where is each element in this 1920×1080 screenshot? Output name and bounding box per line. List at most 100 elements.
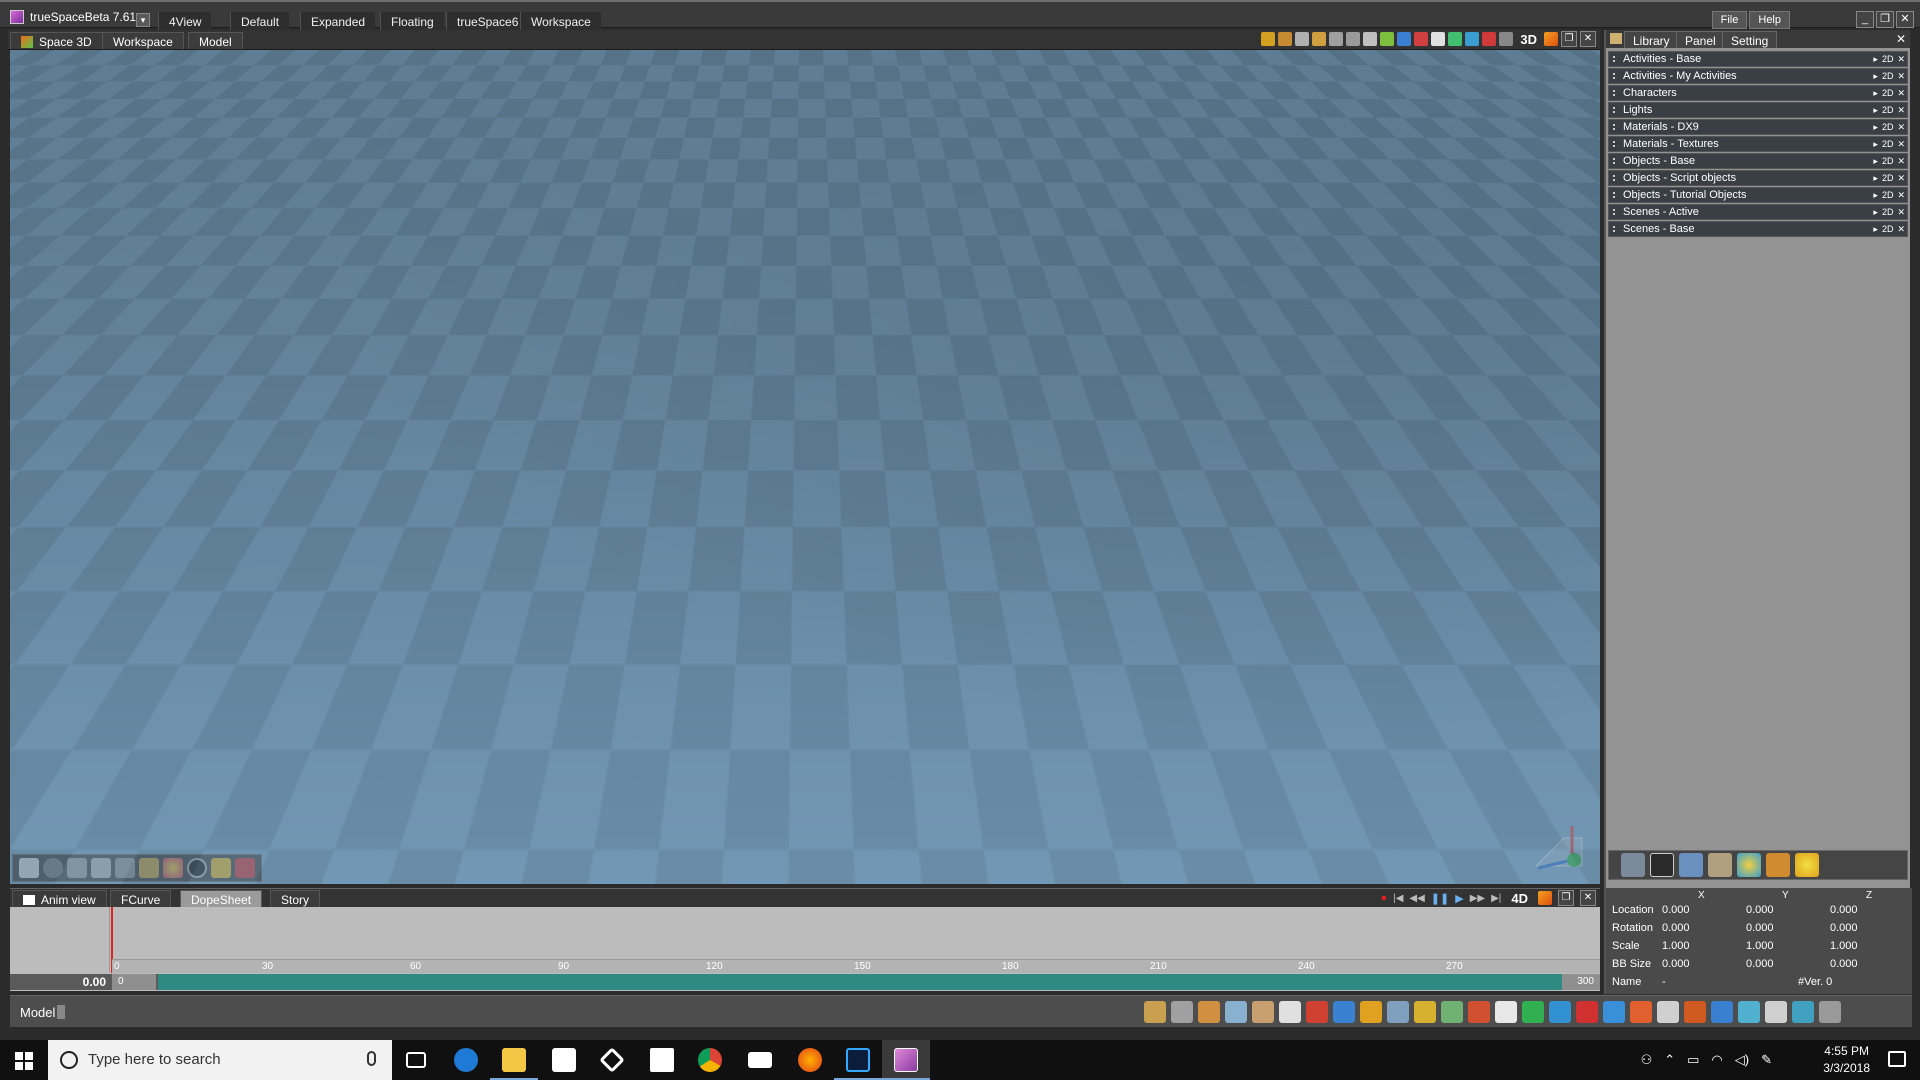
scale-z-field[interactable]: 1.000 bbox=[1830, 940, 1858, 952]
action-center-icon[interactable] bbox=[1888, 1051, 1906, 1067]
expand-icon[interactable]: ▸ bbox=[1873, 103, 1878, 117]
rotate-tool-icon[interactable] bbox=[1198, 1001, 1220, 1023]
expand-icon[interactable]: ▸ bbox=[1873, 205, 1878, 219]
expand-icon[interactable]: ▸ bbox=[1873, 222, 1878, 236]
layout-tab-floating[interactable]: Floating bbox=[380, 12, 444, 30]
expand-icon[interactable]: ▸ bbox=[1873, 86, 1878, 100]
particle-tool-icon[interactable] bbox=[1441, 1001, 1463, 1023]
view-2d-toggle[interactable]: 2D bbox=[1882, 69, 1894, 83]
file-menu[interactable]: File bbox=[1711, 11, 1748, 29]
start-button[interactable] bbox=[0, 1040, 48, 1080]
settings-tool-icon[interactable] bbox=[1819, 1001, 1841, 1023]
app-dropdown-button[interactable]: ▾ bbox=[136, 13, 150, 27]
tab-library[interactable]: Library bbox=[1624, 31, 1679, 48]
house-tool-icon[interactable] bbox=[1468, 1001, 1490, 1023]
library-item-lights[interactable]: Lights ▸ 2D ✕ bbox=[1608, 102, 1908, 118]
expand-icon[interactable]: ▸ bbox=[1873, 69, 1878, 83]
library-item-activities-my[interactable]: Activities - My Activities ▸ 2D ✕ bbox=[1608, 68, 1908, 84]
view-2d-toggle[interactable]: 2D bbox=[1882, 120, 1894, 134]
reset-view-icon[interactable] bbox=[1363, 32, 1378, 46]
object-view-icon[interactable] bbox=[1397, 32, 1412, 46]
nurbs-tool-icon[interactable] bbox=[1387, 1001, 1409, 1023]
bbsize-y-field[interactable]: 0.000 bbox=[1746, 958, 1774, 970]
tab-workspace[interactable]: Workspace bbox=[102, 32, 184, 49]
taskbar-file-explorer[interactable] bbox=[490, 1040, 538, 1080]
deform-tool-icon[interactable] bbox=[115, 858, 135, 878]
location-y-field[interactable]: 0.000 bbox=[1746, 904, 1774, 916]
range-end-value[interactable]: 300 bbox=[1562, 974, 1600, 990]
range-start-value[interactable]: 0 bbox=[112, 974, 156, 990]
timeline-range-bar[interactable] bbox=[158, 974, 1562, 990]
remove-icon[interactable]: ✕ bbox=[1897, 69, 1905, 83]
pause-button[interactable]: ❚❚ bbox=[1431, 892, 1449, 905]
axis-toggle-icon[interactable] bbox=[1431, 32, 1446, 46]
show-hidden-icons[interactable]: ⌃ bbox=[1664, 1052, 1675, 1068]
library-close-icon[interactable]: ✕ bbox=[1896, 32, 1906, 46]
microphone-icon[interactable] bbox=[367, 1051, 376, 1066]
paint-tool-icon[interactable] bbox=[139, 858, 159, 878]
taskbar-firefox[interactable] bbox=[786, 1040, 834, 1080]
rotation-z-field[interactable]: 0.000 bbox=[1830, 922, 1858, 934]
scale-y-field[interactable]: 1.000 bbox=[1746, 940, 1774, 952]
sphere-primitive-icon[interactable] bbox=[43, 858, 63, 878]
expand-icon[interactable]: ▸ bbox=[1873, 154, 1878, 168]
library-item-materials-dx9[interactable]: Materials - DX9 ▸ 2D ✕ bbox=[1608, 119, 1908, 135]
taskbar-edge[interactable] bbox=[442, 1040, 490, 1080]
rotate-view-icon[interactable] bbox=[1278, 32, 1293, 46]
cube-primitive-icon[interactable] bbox=[67, 858, 87, 878]
layers-icon[interactable] bbox=[1679, 853, 1703, 877]
view-mode-icon[interactable] bbox=[1544, 32, 1558, 46]
tab-dopesheet[interactable]: DopeSheet bbox=[180, 890, 263, 907]
library-item-activities-base[interactable]: Activities - Base ▸ 2D ✕ bbox=[1608, 51, 1908, 67]
remove-icon[interactable]: ✕ bbox=[1897, 103, 1905, 117]
x-axis-tool-icon[interactable] bbox=[1522, 1001, 1544, 1023]
expand-icon[interactable]: ▸ bbox=[1873, 188, 1878, 202]
volume-icon[interactable]: ◁) bbox=[1735, 1052, 1749, 1068]
restore-button[interactable]: ❐ bbox=[1876, 11, 1894, 28]
grid-editor-icon[interactable] bbox=[1621, 853, 1645, 877]
taskbar-chrome[interactable] bbox=[686, 1040, 734, 1080]
close-button[interactable]: ✕ bbox=[1896, 11, 1914, 28]
taskbar-store[interactable] bbox=[540, 1040, 588, 1080]
location-x-field[interactable]: 0.000 bbox=[1662, 904, 1690, 916]
z-axis-icon[interactable] bbox=[1482, 32, 1497, 46]
layout-tab-default[interactable]: Default bbox=[230, 12, 290, 30]
view-2d-toggle[interactable]: 2D bbox=[1882, 52, 1894, 66]
light-tool-icon[interactable] bbox=[211, 858, 231, 878]
help-menu[interactable]: Help bbox=[1749, 11, 1790, 29]
y-axis-icon[interactable] bbox=[1465, 32, 1480, 46]
fit-view-icon[interactable] bbox=[1346, 32, 1361, 46]
people-icon[interactable]: ⚇ bbox=[1641, 1052, 1653, 1068]
zoom-view-icon[interactable] bbox=[1295, 32, 1310, 46]
remove-icon[interactable]: ✕ bbox=[1897, 86, 1905, 100]
taskbar-truespace[interactable] bbox=[882, 1040, 930, 1080]
material-box-icon[interactable] bbox=[1360, 1001, 1382, 1023]
remove-icon[interactable]: ✕ bbox=[1897, 188, 1905, 202]
remove-icon[interactable]: ✕ bbox=[1897, 222, 1905, 236]
link-tool-icon[interactable] bbox=[1252, 1001, 1274, 1023]
taskbar-clock[interactable]: 4:55 PM 3/3/2018 bbox=[1823, 1043, 1870, 1077]
script-tool-icon[interactable] bbox=[235, 858, 255, 878]
library-book-icon[interactable] bbox=[1708, 853, 1732, 877]
ik-tool-icon[interactable] bbox=[1711, 1001, 1733, 1023]
wifi-icon[interactable]: ◠ bbox=[1711, 1052, 1722, 1068]
library-item-materials-textures[interactable]: Materials - Textures ▸ 2D ✕ bbox=[1608, 136, 1908, 152]
tab-anim-view[interactable]: Anim view bbox=[12, 890, 107, 907]
move-view-icon[interactable] bbox=[1261, 32, 1276, 46]
taskbar-search-box[interactable]: Type here to search bbox=[48, 1040, 392, 1080]
view-2d-toggle[interactable]: 2D bbox=[1882, 86, 1894, 100]
maximize-anim-button[interactable]: ❐ bbox=[1558, 890, 1574, 906]
grid-snap-icon[interactable] bbox=[1279, 1001, 1301, 1023]
x-axis-icon[interactable] bbox=[1448, 32, 1463, 46]
scale-tool-icon[interactable] bbox=[1225, 1001, 1247, 1023]
remove-icon[interactable]: ✕ bbox=[1897, 52, 1905, 66]
close-view-button[interactable]: ✕ bbox=[1580, 31, 1596, 47]
move-tool-icon[interactable] bbox=[1171, 1001, 1193, 1023]
undo-tool-icon[interactable] bbox=[1603, 1001, 1625, 1023]
tab-fcurve[interactable]: FCurve bbox=[110, 890, 172, 907]
layout-tab-expanded[interactable]: Expanded bbox=[300, 12, 376, 30]
go-start-button[interactable]: |◀ bbox=[1393, 893, 1403, 904]
expand-icon[interactable]: ▸ bbox=[1873, 120, 1878, 134]
object-box-icon[interactable] bbox=[1766, 853, 1790, 877]
tab-setting[interactable]: Setting bbox=[1722, 31, 1778, 48]
